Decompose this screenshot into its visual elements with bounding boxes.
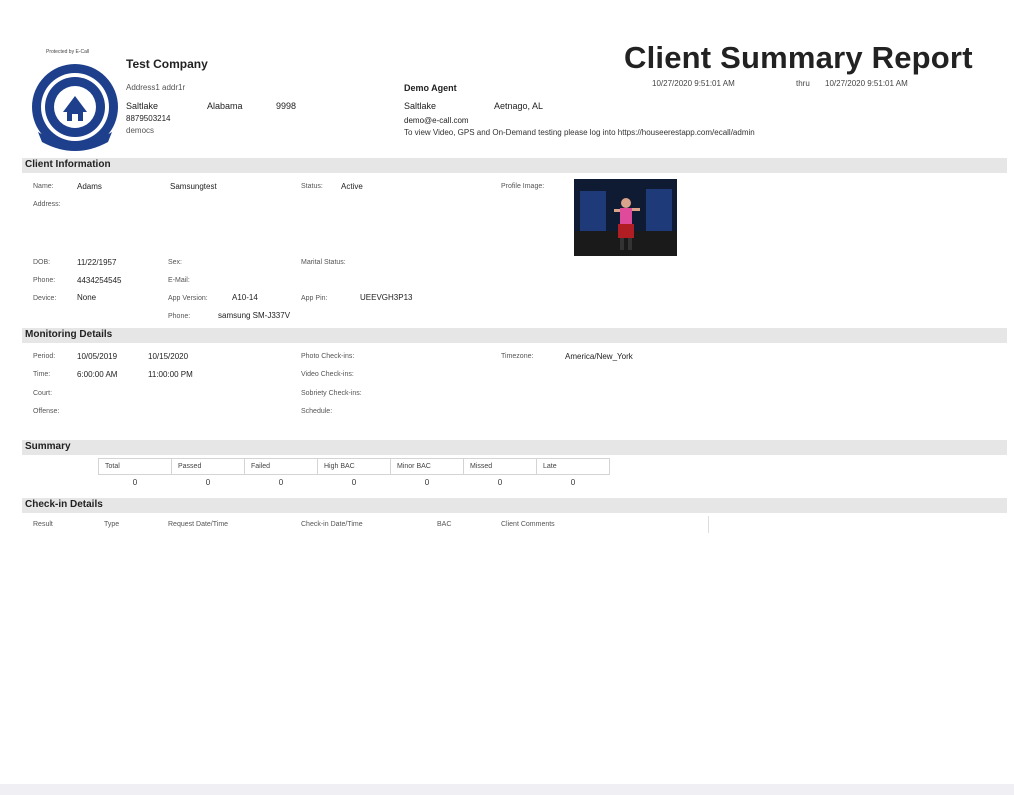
logo-caption: Protected by E-Call: [46, 49, 90, 55]
offense-label: Offense:: [33, 408, 60, 415]
video-checkins-label: Video Check-ins:: [301, 371, 354, 378]
summary-value-passed: 0: [205, 478, 211, 487]
agent-title: Demo Agent: [404, 83, 457, 93]
summary-value-high-bac: 0: [351, 478, 357, 487]
company-address: Address1 addr1r: [126, 83, 186, 92]
dob-value: 11/22/1957: [77, 258, 117, 267]
time-end: 11:00:00 PM: [148, 370, 193, 379]
company-state: Alabama: [207, 101, 243, 111]
schedule-label: Schedule:: [301, 408, 333, 415]
checkin-col-result: Result: [33, 521, 53, 528]
name-label: Name:: [33, 183, 54, 190]
company-code: democs: [126, 126, 155, 135]
company-logo-seal: [32, 64, 118, 151]
summary-header-passed: Passed: [171, 458, 245, 475]
phone-value: 4434254545: [77, 276, 122, 285]
photo-checkins-label: Photo Check-ins:: [301, 353, 355, 360]
time-label: Time:: [33, 371, 51, 378]
timezone-label: Timezone:: [501, 353, 534, 360]
report-thru-label: thru: [796, 79, 810, 88]
agent-notice[interactable]: To view Video, GPS and On-Demand testing…: [404, 128, 755, 137]
checkin-title: Check-in Details: [25, 499, 103, 510]
report-title: Client Summary Report: [624, 40, 973, 75]
summary-value-total: 0: [132, 478, 138, 487]
court-label: Court:: [33, 390, 53, 397]
dob-label: DOB:: [33, 259, 51, 266]
summary-header-minor-bac: Minor BAC: [390, 458, 464, 475]
company-zip: 9998: [276, 101, 297, 111]
marital-status-label: Marital Status:: [301, 259, 346, 266]
checkin-col-bac: BAC: [437, 521, 452, 528]
period-end: 10/15/2020: [148, 352, 189, 361]
summary-header-missed: Missed: [463, 458, 537, 475]
summary-value-late: 0: [570, 478, 576, 487]
email-label: E-Mail:: [168, 277, 190, 284]
status-label: Status:: [301, 183, 323, 190]
company-city: Saltlake: [126, 101, 159, 111]
summary-value-failed: 0: [278, 478, 284, 487]
company-name: Test Company: [126, 57, 208, 71]
checkin-col-request: Request Date/Time: [168, 521, 229, 528]
device-label: Device:: [33, 295, 57, 302]
summary-header-total: Total: [98, 458, 172, 475]
profile-image-label: Profile Image:: [501, 183, 545, 190]
device-value: None: [77, 293, 97, 302]
period-start: 10/05/2019: [77, 352, 118, 361]
report-date: 10/27/2020 9:51:01 AM: [652, 79, 735, 88]
app-pin-label: App Pin:: [301, 295, 328, 302]
summary-header-high-bac: High BAC: [317, 458, 391, 475]
summary-header-late: Late: [536, 458, 610, 475]
agent-city: Saltlake: [404, 101, 437, 111]
sobriety-checkins-label: Sobriety Check-ins:: [301, 390, 362, 397]
app-version-label: App Version:: [168, 295, 208, 302]
checkin-col-comments: Client Comments: [501, 521, 555, 528]
app-pin-value: UEEVGH3P13: [360, 293, 413, 302]
summary-value-minor-bac: 0: [424, 478, 430, 487]
address-label: Address:: [33, 201, 61, 208]
timezone-value: America/New_York: [565, 352, 633, 361]
footer-bar: [0, 784, 1014, 795]
status-value: Active: [341, 182, 363, 191]
agent-location: Aetnago, AL: [494, 101, 544, 111]
name-last: Samsungtest: [170, 182, 217, 191]
checkin-col-checkin: Check-in Date/Time: [301, 521, 363, 528]
phone-label: Phone:: [33, 277, 56, 284]
report-thru-date: 10/27/2020 9:51:01 AM: [825, 79, 908, 88]
summary-header-failed: Failed: [244, 458, 318, 475]
client-info-section-bar: Client Information: [22, 158, 1007, 173]
checkin-header-divider: [708, 516, 709, 533]
checkin-col-type: Type: [104, 521, 120, 528]
profile-image: [574, 179, 677, 256]
client-info-title: Client Information: [25, 159, 111, 170]
monitoring-section-bar: Monitoring Details: [22, 328, 1007, 343]
summary-value-missed: 0: [497, 478, 503, 487]
company-phone: 8879503214: [126, 114, 171, 123]
name-first: Adams: [77, 182, 102, 191]
sex-label: Sex:: [168, 259, 183, 266]
checkin-section-bar: Check-in Details: [22, 498, 1007, 513]
device-phone-label: Phone:: [168, 313, 191, 320]
agent-email: demo@e-call.com: [404, 116, 469, 125]
device-phone-value: samsung SM-J337V: [218, 311, 291, 320]
summary-section-bar: Summary: [22, 440, 1007, 455]
time-start: 6:00:00 AM: [77, 370, 118, 379]
summary-table: Total Passed Failed High BAC Minor BAC M…: [98, 458, 610, 490]
summary-title: Summary: [25, 441, 71, 452]
period-label: Period:: [33, 353, 56, 360]
monitoring-title: Monitoring Details: [25, 329, 113, 340]
app-version-value: A10-14: [232, 293, 258, 302]
